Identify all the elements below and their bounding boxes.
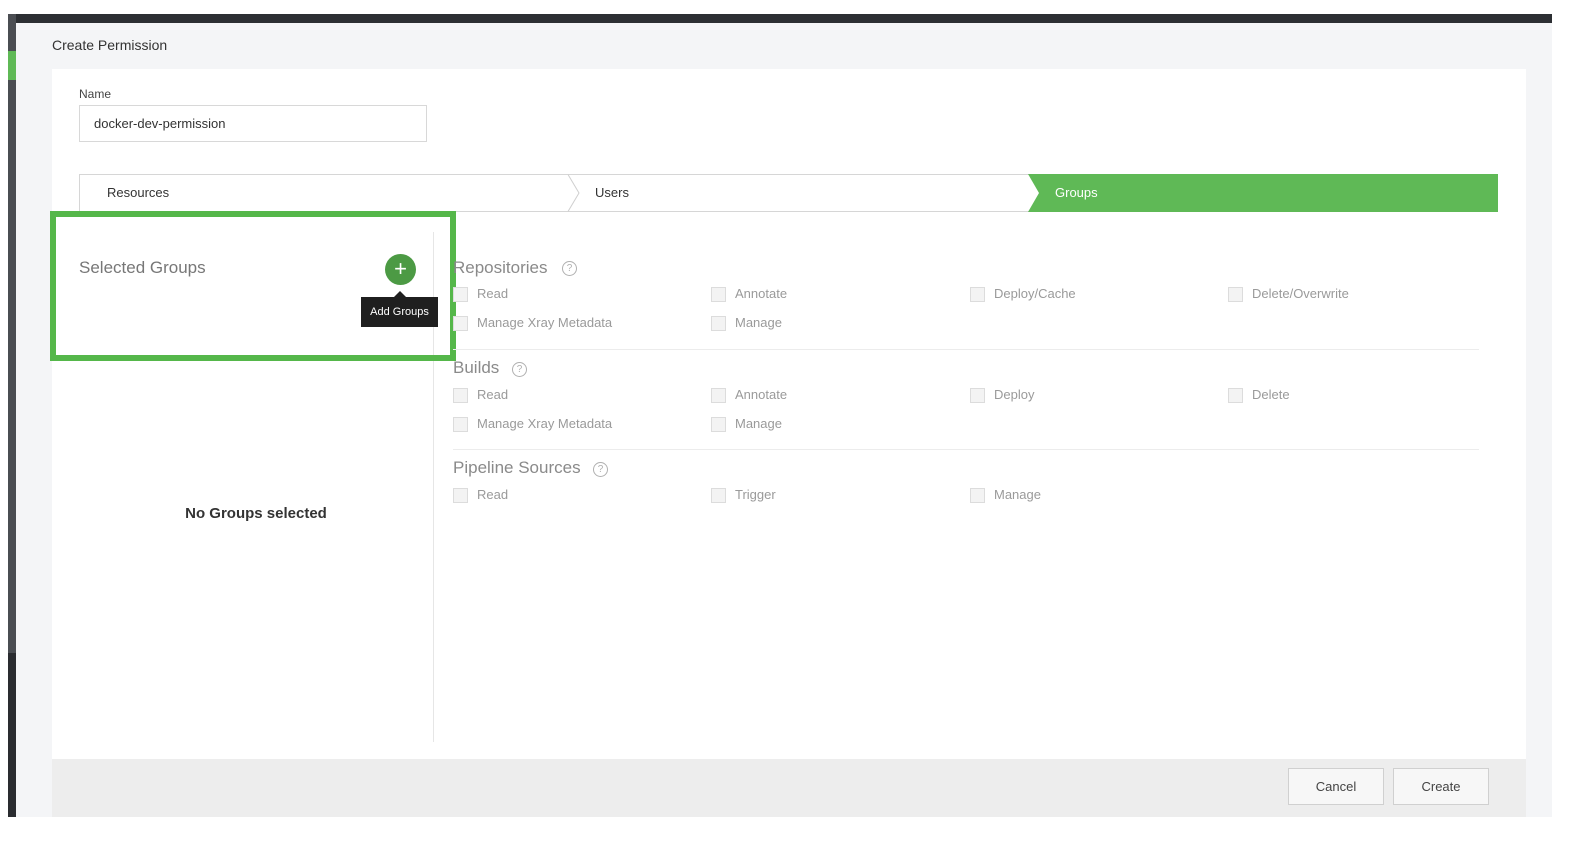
checkbox-box[interactable] <box>453 287 468 302</box>
checkbox-label: Deploy/Cache <box>994 286 1076 301</box>
builds-title: Builds <box>453 358 500 377</box>
permission-form-card <box>52 69 1526 759</box>
checkbox-label: Manage <box>735 315 782 330</box>
checkbox-box[interactable] <box>453 388 468 403</box>
checkbox-label: Delete <box>1252 387 1290 402</box>
checkbox-label: Deploy <box>994 387 1035 402</box>
checkbox-box[interactable] <box>1228 388 1243 403</box>
checkbox-label: Manage Xray Metadata <box>477 315 613 330</box>
checkbox-box[interactable] <box>711 488 726 503</box>
step-users[interactable] <box>568 174 1028 212</box>
checkbox-label: Annotate <box>735 286 788 301</box>
section-divider <box>453 449 1479 450</box>
checkbox-label: Trigger <box>735 487 776 502</box>
step-resources-label: Resources <box>107 185 170 200</box>
checkbox-label: Read <box>477 487 509 502</box>
pipeline-sources-title: Pipeline Sources <box>453 458 581 477</box>
checkbox-box[interactable] <box>970 488 985 503</box>
page-title: Create Permission <box>52 37 168 53</box>
checkbox-label: Annotate <box>735 387 788 402</box>
wizard-steps: Resources Users Groups <box>79 174 1498 212</box>
repositories-title: Repositories <box>453 258 548 277</box>
checkbox-box[interactable] <box>1228 287 1243 302</box>
app-side-rail-lower <box>8 653 16 817</box>
name-label: Name <box>79 87 112 101</box>
checkbox-box[interactable] <box>453 417 468 432</box>
checkbox-box[interactable] <box>453 488 468 503</box>
checkbox-label: Manage <box>735 416 782 431</box>
app-side-rail-active-marker <box>8 51 16 80</box>
question-circle-icon[interactable]: ? <box>562 261 577 276</box>
checkbox-box[interactable] <box>711 287 726 302</box>
empty-state-text: No Groups selected <box>185 505 327 522</box>
cancel-button[interactable]: Cancel <box>1288 768 1384 805</box>
section-divider <box>453 349 1479 350</box>
checkbox-box[interactable] <box>970 287 985 302</box>
name-input[interactable] <box>79 105 427 142</box>
step-users-label: Users <box>595 185 629 200</box>
highlight-box <box>50 211 456 361</box>
checkbox-label: Manage <box>994 487 1041 502</box>
checkbox-box[interactable] <box>711 316 726 331</box>
checkbox-label: Read <box>477 286 509 301</box>
checkbox-label: Manage Xray Metadata <box>477 416 613 431</box>
step-groups-label: Groups <box>1055 185 1098 200</box>
checkbox-label: Delete/Overwrite <box>1252 286 1349 301</box>
checkbox-box[interactable] <box>711 388 726 403</box>
checkbox-label: Read <box>477 387 509 402</box>
checkbox-box[interactable] <box>970 388 985 403</box>
checkbox-box[interactable] <box>711 417 726 432</box>
checkbox-box[interactable] <box>453 316 468 331</box>
create-button[interactable]: Create <box>1393 768 1489 805</box>
question-circle-icon[interactable]: ? <box>512 362 527 377</box>
question-circle-icon[interactable]: ? <box>593 462 608 477</box>
step-groups[interactable] <box>1028 174 1498 212</box>
window-top-bar <box>8 14 1552 23</box>
